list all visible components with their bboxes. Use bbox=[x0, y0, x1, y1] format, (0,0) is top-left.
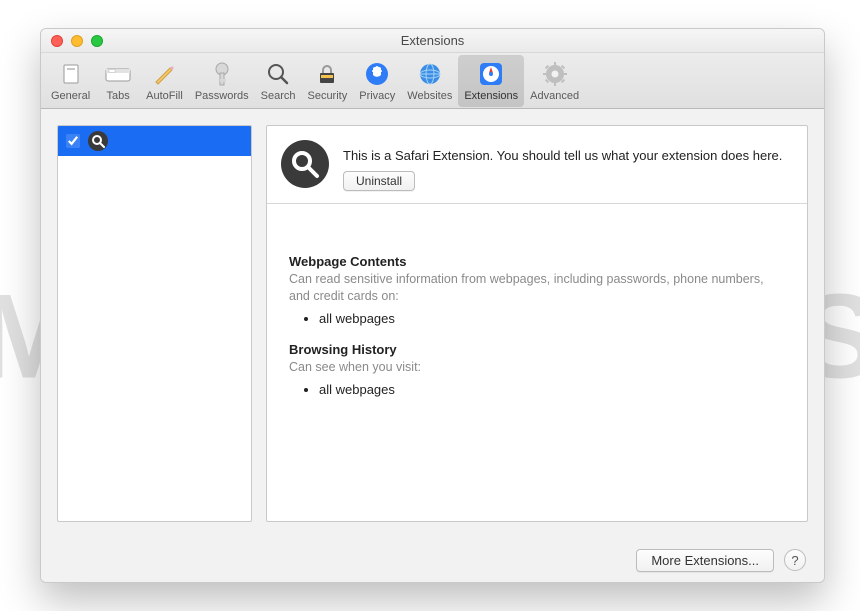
tab-general[interactable]: General bbox=[45, 55, 96, 107]
extension-detail-panel: This is a Safari Extension. You should t… bbox=[266, 125, 808, 522]
help-button[interactable]: ? bbox=[784, 549, 806, 571]
magnifier-icon bbox=[88, 131, 108, 151]
titlebar: Extensions bbox=[41, 29, 824, 53]
tab-security[interactable]: Security bbox=[301, 55, 353, 107]
tabs-icon bbox=[104, 60, 132, 88]
tab-label: Tabs bbox=[107, 90, 130, 102]
websites-icon bbox=[416, 60, 444, 88]
list-item: all webpages bbox=[319, 382, 785, 397]
advanced-icon bbox=[541, 60, 569, 88]
tab-tabs[interactable]: Tabs bbox=[96, 55, 140, 107]
webpage-contents-list: all webpages bbox=[289, 311, 785, 326]
tab-label: General bbox=[51, 90, 90, 102]
security-icon bbox=[313, 60, 341, 88]
sidebar-item[interactable] bbox=[58, 126, 251, 156]
tab-websites[interactable]: Websites bbox=[401, 55, 458, 107]
browsing-history-desc: Can see when you visit: bbox=[289, 359, 785, 376]
tab-advanced[interactable]: Advanced bbox=[524, 55, 585, 107]
tab-label: Passwords bbox=[195, 90, 249, 102]
more-extensions-button[interactable]: More Extensions... bbox=[636, 549, 774, 572]
passwords-icon bbox=[208, 60, 236, 88]
tab-label: Advanced bbox=[530, 90, 579, 102]
general-icon bbox=[57, 60, 85, 88]
extensions-icon bbox=[477, 60, 505, 88]
footer: More Extensions... ? bbox=[41, 538, 824, 582]
tab-label: Search bbox=[261, 90, 296, 102]
window-title: Extensions bbox=[41, 33, 824, 48]
autofill-icon bbox=[150, 60, 178, 88]
tab-extensions[interactable]: Extensions bbox=[458, 55, 524, 107]
tab-label: Security bbox=[307, 90, 347, 102]
tab-label: Websites bbox=[407, 90, 452, 102]
uninstall-button[interactable]: Uninstall bbox=[343, 171, 415, 191]
content-area: This is a Safari Extension. You should t… bbox=[41, 109, 824, 538]
tab-label: Privacy bbox=[359, 90, 395, 102]
search-icon bbox=[264, 60, 292, 88]
extension-description: This is a Safari Extension. You should t… bbox=[343, 140, 782, 163]
preferences-toolbar: General Tabs AutoFill Passwords Search bbox=[41, 53, 824, 109]
tab-privacy[interactable]: Privacy bbox=[353, 55, 401, 107]
magnifier-icon bbox=[281, 140, 329, 188]
extension-header: This is a Safari Extension. You should t… bbox=[267, 126, 807, 204]
tab-search[interactable]: Search bbox=[255, 55, 302, 107]
list-item: all webpages bbox=[319, 311, 785, 326]
permissions-section: Webpage Contents Can read sensitive info… bbox=[267, 204, 807, 431]
webpage-contents-title: Webpage Contents bbox=[289, 254, 785, 269]
preferences-window: Extensions General Tabs AutoFill Passwor… bbox=[40, 28, 825, 583]
browsing-history-title: Browsing History bbox=[289, 342, 785, 357]
tab-label: AutoFill bbox=[146, 90, 183, 102]
tab-passwords[interactable]: Passwords bbox=[189, 55, 255, 107]
tab-autofill[interactable]: AutoFill bbox=[140, 55, 189, 107]
browsing-history-list: all webpages bbox=[289, 382, 785, 397]
privacy-icon bbox=[363, 60, 391, 88]
webpage-contents-desc: Can read sensitive information from webp… bbox=[289, 271, 785, 305]
extension-enable-checkbox[interactable] bbox=[66, 134, 80, 148]
tab-label: Extensions bbox=[464, 90, 518, 102]
extensions-sidebar bbox=[57, 125, 252, 522]
